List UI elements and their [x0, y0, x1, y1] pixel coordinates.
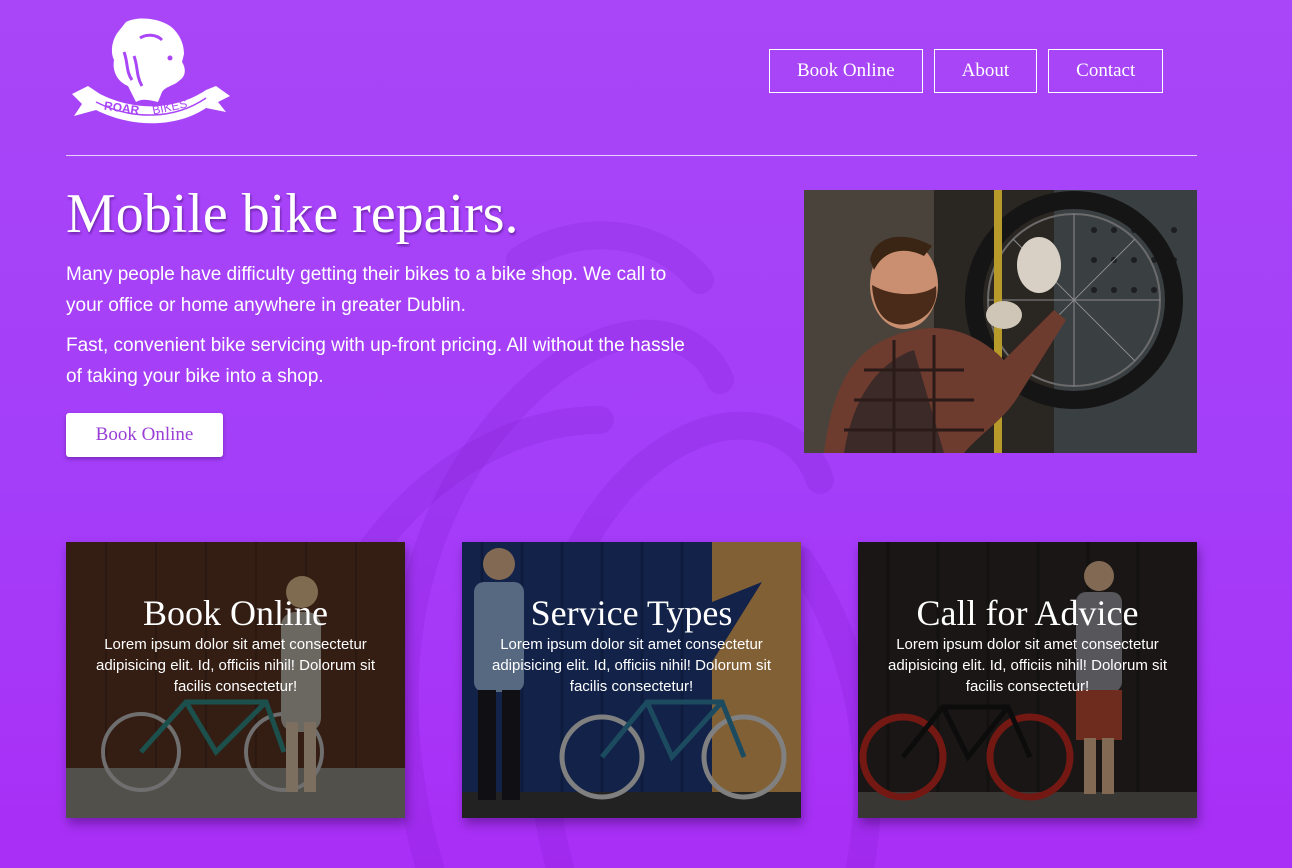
nav-book-online-button[interactable]: Book Online	[769, 49, 923, 93]
header-divider	[66, 155, 1197, 156]
card-call-for-advice[interactable]: Call for Advice Lorem ipsum dolor sit am…	[858, 542, 1197, 818]
card-book-online[interactable]: Book Online Lorem ipsum dolor sit amet c…	[66, 542, 405, 818]
nav-contact-button[interactable]: Contact	[1048, 49, 1164, 93]
hero-paragraph-1: Many people have difficulty getting thei…	[66, 264, 667, 316]
card-service-types[interactable]: Service Types Lorem ipsum dolor sit amet…	[462, 542, 801, 818]
card-title: Call for Advice	[916, 593, 1139, 633]
card-description: Lorem ipsum dolor sit amet consectetur a…	[95, 636, 375, 695]
card-description: Lorem ipsum dolor sit amet consectetur a…	[887, 636, 1167, 695]
card-title: Book Online	[143, 593, 328, 633]
hero-book-online-button[interactable]: Book Online	[66, 413, 223, 457]
hero-title: Mobile bike repairs.	[66, 183, 519, 245]
nav-about-button[interactable]: About	[933, 49, 1038, 93]
card-title: Service Types	[530, 593, 733, 633]
hero-paragraph-2: Fast, convenient bike servicing with up-…	[66, 335, 685, 387]
hero-mechanic-photo	[804, 190, 1197, 453]
roar-bikes-logo[interactable]: ROAR BIKES	[66, 16, 232, 128]
main-nav: Book Online About Contact	[769, 49, 1164, 93]
card-description: Lorem ipsum dolor sit amet consectetur a…	[491, 636, 771, 695]
lion-logo-icon	[72, 18, 230, 124]
